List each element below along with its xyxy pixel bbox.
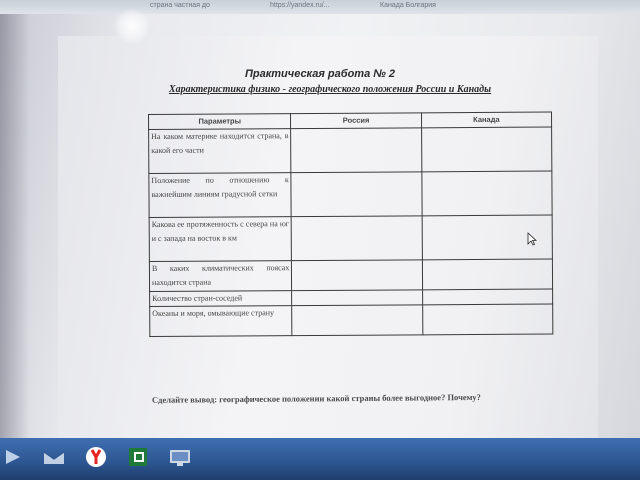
parameters-table: Параметры Россия Канада На каком материк… bbox=[148, 112, 553, 337]
russia-cell[interactable] bbox=[291, 215, 423, 261]
table-row: Положение по отношению к важнейшим линия… bbox=[148, 171, 553, 218]
conclusion-question: Сделайте вывод: географическое положении… bbox=[151, 391, 481, 405]
mouse-cursor-icon bbox=[527, 232, 537, 246]
browser-tab-1[interactable]: страна частная до bbox=[150, 2, 210, 9]
russia-cell[interactable] bbox=[291, 171, 422, 217]
param-cell: Количество стран-соседей bbox=[149, 290, 293, 307]
russia-cell[interactable] bbox=[290, 127, 422, 173]
canada-cell[interactable] bbox=[421, 127, 552, 172]
table-row: В каких климатических поясах находится с… bbox=[149, 259, 553, 292]
table-header-row: Параметры Россия Канада bbox=[148, 112, 552, 130]
taskbar bbox=[0, 438, 640, 480]
mail-icon[interactable] bbox=[42, 444, 66, 470]
table-row: Какова ее протяженность с севера на юг и… bbox=[149, 215, 553, 262]
russia-cell[interactable] bbox=[291, 289, 423, 306]
param-cell: Океаны и моря, омывающие страну bbox=[149, 305, 293, 337]
header-canada: Канада bbox=[421, 112, 552, 128]
param-cell: На каком материке находится страна, в ка… bbox=[148, 128, 292, 174]
param-cell: В каких климатических поясах находится с… bbox=[149, 260, 292, 292]
browser-tab-3[interactable]: Канада Болгария bbox=[380, 2, 436, 9]
page-title: Практическая работа № 2 bbox=[244, 68, 396, 80]
param-cell: Какова ее протяженность с севера на юг и… bbox=[149, 216, 292, 262]
monitor-icon[interactable] bbox=[168, 444, 192, 470]
header-russia: Россия bbox=[290, 112, 422, 129]
canada-cell[interactable] bbox=[422, 289, 553, 305]
russia-cell[interactable] bbox=[292, 304, 423, 336]
start-icon[interactable] bbox=[2, 444, 26, 470]
browser-tab-2[interactable]: https://yandex.ru/... bbox=[270, 2, 330, 9]
table-row: Океаны и моря, омывающие страну bbox=[149, 304, 553, 337]
header-parameters: Параметры bbox=[148, 113, 291, 130]
yandex-browser-icon[interactable] bbox=[84, 444, 108, 470]
excel-icon[interactable] bbox=[126, 444, 150, 470]
table-row: На каком материке находится страна, в ка… bbox=[148, 127, 552, 174]
page-subtitle: Характеристика физико - географического … bbox=[168, 84, 492, 95]
russia-cell[interactable] bbox=[291, 259, 423, 291]
canada-cell[interactable] bbox=[422, 259, 553, 290]
param-cell: Положение по отношению к важнейшим линия… bbox=[148, 172, 292, 218]
canada-cell[interactable] bbox=[421, 171, 553, 216]
canada-cell[interactable] bbox=[422, 304, 553, 335]
